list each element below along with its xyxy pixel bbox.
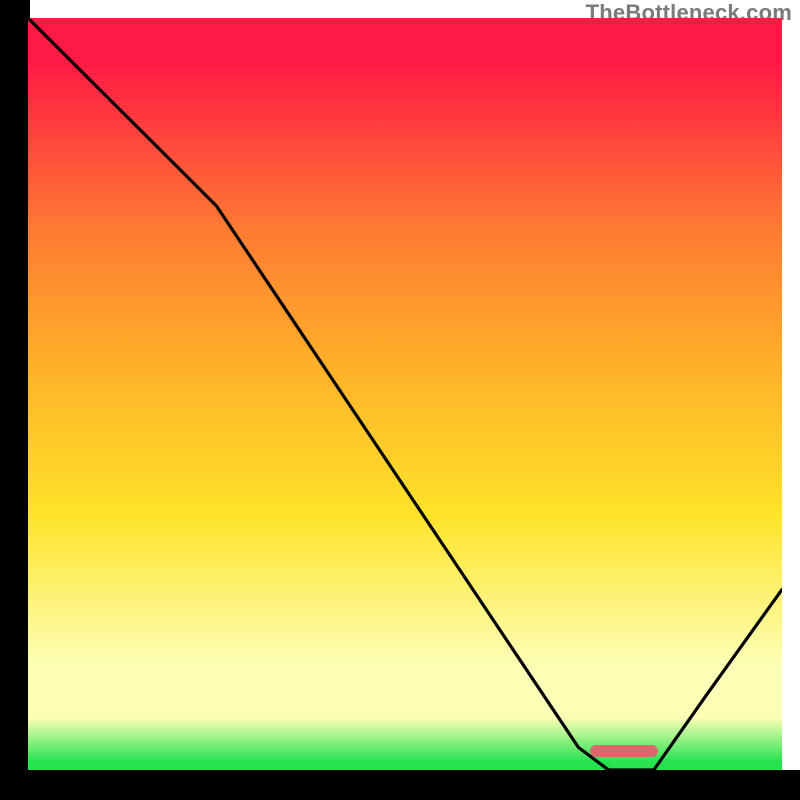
optimal-marker bbox=[590, 745, 658, 757]
plot-area bbox=[28, 18, 782, 770]
x-axis bbox=[0, 770, 800, 800]
bottleneck-chart: TheBottleneck.com bbox=[0, 0, 800, 800]
bottleneck-curve bbox=[28, 18, 782, 770]
y-axis bbox=[0, 0, 30, 800]
